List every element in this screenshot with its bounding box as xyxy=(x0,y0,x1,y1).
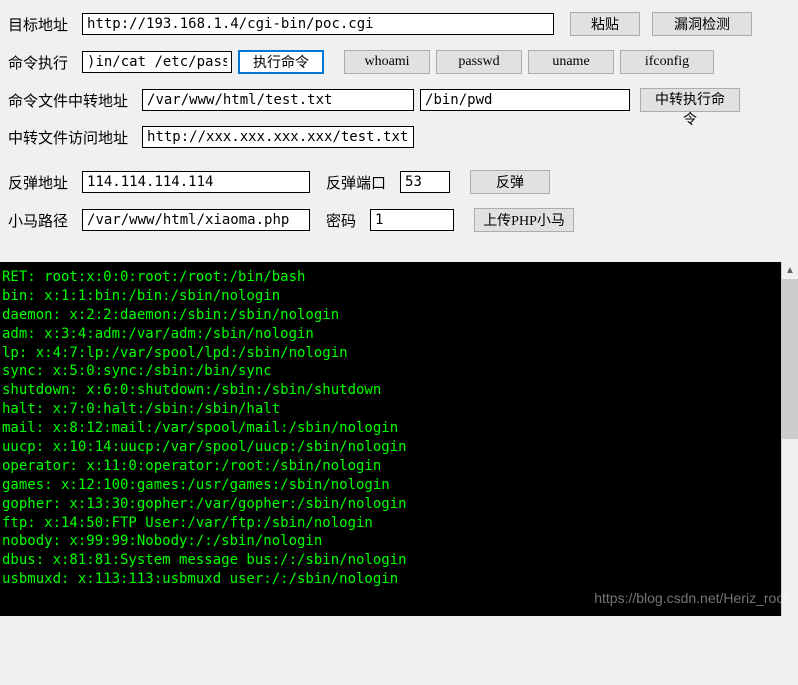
ifconfig-button[interactable]: ifconfig xyxy=(620,50,714,74)
command-input[interactable] xyxy=(82,51,232,73)
row-target: 目标地址 粘贴 漏洞检测 xyxy=(8,12,790,36)
row-xiaoma: 小马路径 密码 上传PHP小马 xyxy=(8,208,790,232)
label-rebound-addr: 反弹地址 xyxy=(8,172,68,193)
row-rebound: 反弹地址 反弹端口 反弹 xyxy=(8,170,790,194)
rebound-port-input[interactable] xyxy=(400,171,450,193)
control-panel: 目标地址 粘贴 漏洞检测 命令执行 执行命令 whoami passwd una… xyxy=(0,0,798,262)
xiaoma-path-input[interactable] xyxy=(82,209,310,231)
exec-command-button[interactable]: 执行命令 xyxy=(238,50,324,74)
upload-php-button[interactable]: 上传PHP小马 xyxy=(474,208,574,232)
label-rebound-port: 反弹端口 xyxy=(326,172,386,193)
terminal-container: RET: root:x:0:0:root:/root:/bin/bash bin… xyxy=(0,262,798,616)
label-relay-url: 中转文件访问地址 xyxy=(8,127,128,148)
relay-file-input[interactable] xyxy=(142,89,414,111)
scroll-thumb[interactable] xyxy=(782,279,798,439)
uname-button[interactable]: uname xyxy=(528,50,614,74)
paste-button[interactable]: 粘贴 xyxy=(570,12,640,36)
scrollbar[interactable]: ▲ xyxy=(781,262,798,616)
password-input[interactable] xyxy=(370,209,454,231)
rebound-button[interactable]: 反弹 xyxy=(470,170,550,194)
rebound-addr-input[interactable] xyxy=(82,171,310,193)
relay-exec-button[interactable]: 中转执行命令 xyxy=(640,88,740,112)
row-relay-url: 中转文件访问地址 xyxy=(8,126,790,148)
row-relay-file: 命令文件中转地址 中转执行命令 xyxy=(8,88,790,112)
terminal-output[interactable]: RET: root:x:0:0:root:/root:/bin/bash bin… xyxy=(0,262,781,616)
label-command: 命令执行 xyxy=(8,52,68,73)
relay-url-input[interactable] xyxy=(142,126,414,148)
label-xiaoma-path: 小马路径 xyxy=(8,210,68,231)
vuln-detect-button[interactable]: 漏洞检测 xyxy=(652,12,752,36)
row-command: 命令执行 执行命令 whoami passwd uname ifconfig xyxy=(8,50,790,74)
target-url-input[interactable] xyxy=(82,13,554,35)
label-relay-file: 命令文件中转地址 xyxy=(8,90,128,111)
label-password: 密码 xyxy=(326,210,356,231)
relay-cmd-input[interactable] xyxy=(420,89,630,111)
scroll-up-arrow[interactable]: ▲ xyxy=(782,262,798,279)
label-target: 目标地址 xyxy=(8,14,68,35)
whoami-button[interactable]: whoami xyxy=(344,50,430,74)
passwd-button[interactable]: passwd xyxy=(436,50,522,74)
